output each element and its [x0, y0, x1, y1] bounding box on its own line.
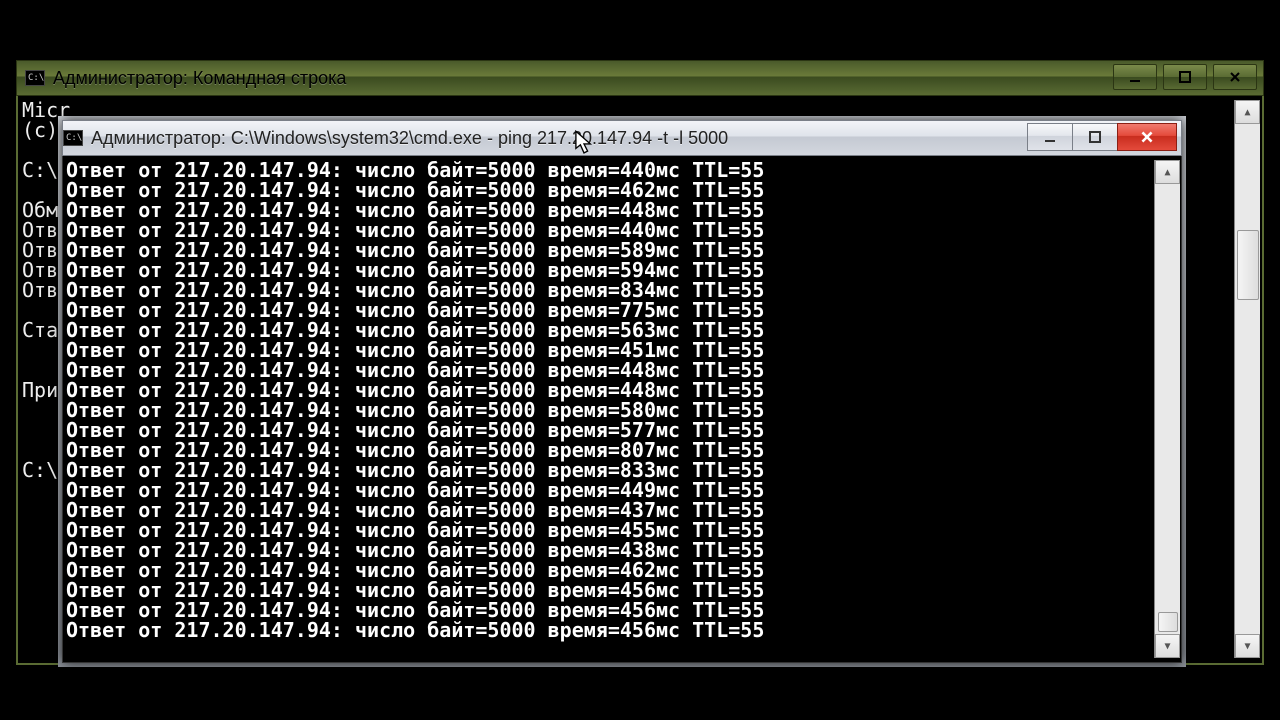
- maximize-icon: [1178, 70, 1192, 84]
- minimize-icon: [1043, 130, 1057, 144]
- minimize-icon: [1128, 70, 1142, 84]
- background-close-button[interactable]: [1213, 64, 1257, 90]
- maximize-icon: [1088, 130, 1102, 144]
- background-titlebar[interactable]: C:\ Администратор: Командная строка: [16, 60, 1264, 96]
- foreground-window-title: Администратор: C:\Windows\system32\cmd.e…: [91, 128, 728, 149]
- foreground-minimize-button[interactable]: [1027, 123, 1073, 151]
- background-maximize-button[interactable]: [1163, 64, 1207, 90]
- background-scrollbar[interactable]: ▲ ▼: [1234, 100, 1260, 658]
- foreground-scrollbar[interactable]: ▲ ▼: [1154, 160, 1180, 658]
- foreground-close-button[interactable]: [1117, 123, 1177, 151]
- scroll-down-button[interactable]: ▼: [1155, 634, 1180, 658]
- foreground-titlebar[interactable]: C:\ Администратор: C:\Windows\system32\c…: [62, 120, 1182, 156]
- background-minimize-button[interactable]: [1113, 64, 1157, 90]
- scrollbar-thumb[interactable]: [1237, 230, 1259, 300]
- letterbox-top: [0, 0, 1280, 55]
- scroll-down-button[interactable]: ▼: [1235, 634, 1260, 658]
- foreground-maximize-button[interactable]: [1072, 123, 1118, 151]
- cmd-icon: C:\: [25, 70, 45, 86]
- letterbox-bottom: [0, 665, 1280, 720]
- close-icon: [1139, 129, 1155, 145]
- scroll-up-button[interactable]: ▲: [1155, 160, 1180, 184]
- scrollbar-thumb[interactable]: [1158, 612, 1178, 632]
- foreground-terminal-output: Ответ от 217.20.147.94: число байт=5000 …: [66, 160, 1150, 658]
- cmd-icon: C:\: [63, 130, 83, 146]
- background-window-title: Администратор: Командная строка: [53, 68, 346, 89]
- scroll-up-button[interactable]: ▲: [1235, 100, 1260, 124]
- close-icon: [1228, 70, 1242, 84]
